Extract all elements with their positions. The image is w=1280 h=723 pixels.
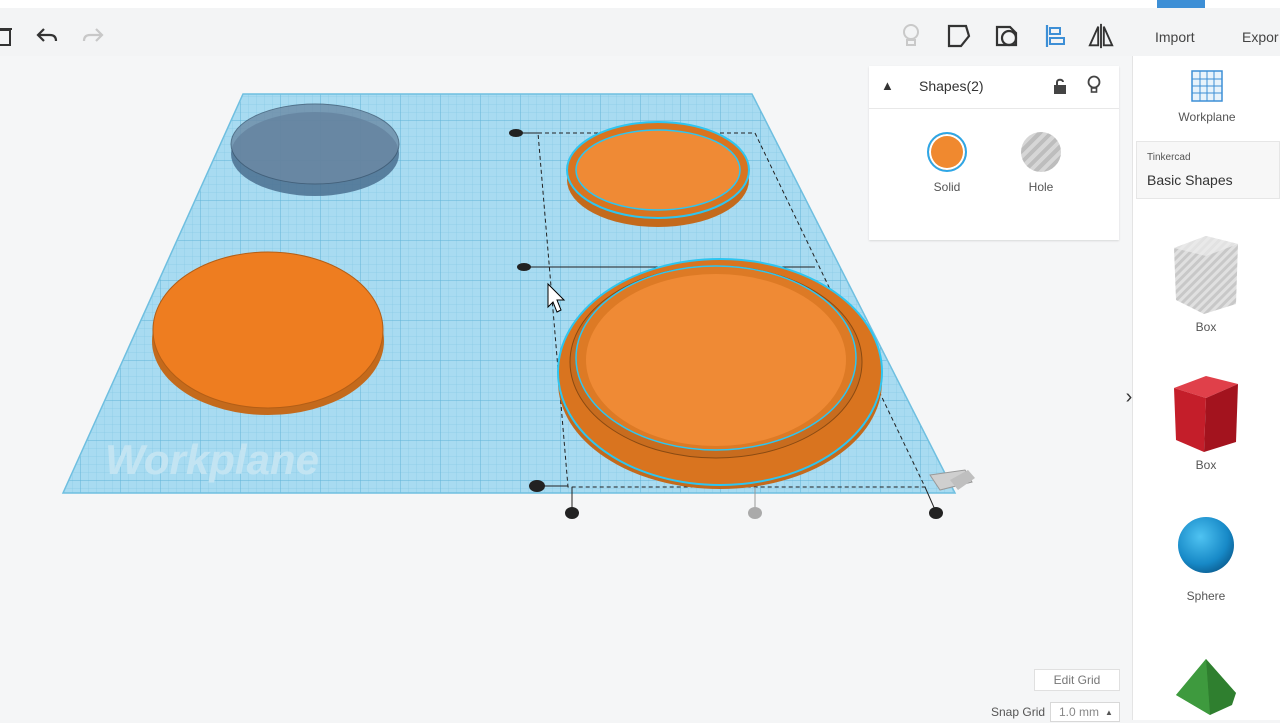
library-name: Basic Shapes — [1147, 172, 1233, 188]
align-icon[interactable] — [1041, 22, 1069, 50]
note-icon[interactable] — [945, 22, 973, 50]
group-icon[interactable] — [993, 22, 1021, 50]
inspector-title: Shapes(2) — [919, 78, 984, 94]
snap-grid-select[interactable]: 1.0 mm ▲ — [1050, 702, 1120, 722]
export-button[interactable]: Expor — [1232, 22, 1280, 52]
top-toolbar: Import Expor — [0, 0, 1280, 56]
edit-grid-button[interactable]: Edit Grid — [1034, 669, 1120, 691]
hole-box-icon — [1166, 232, 1246, 314]
workplane-watermark: Workplane — [105, 436, 319, 483]
library-selector[interactable]: Tinkercad Basic Shapes — [1136, 141, 1280, 199]
inspector-header: ▲ Shapes(2) — [869, 66, 1119, 109]
orange-ring-large[interactable] — [557, 258, 883, 489]
hole-cylinder[interactable] — [230, 103, 400, 196]
shape-label: Sphere — [1186, 589, 1226, 603]
collapse-arrow-icon[interactable]: ▲ — [881, 78, 894, 93]
shape-sphere[interactable]: Sphere — [1132, 515, 1280, 603]
red-box-icon — [1166, 370, 1246, 452]
trash-icon[interactable] — [0, 22, 18, 50]
orange-cylinder[interactable] — [152, 251, 384, 415]
shape-label: Box — [1195, 458, 1217, 472]
mirror-icon[interactable] — [1087, 22, 1115, 50]
redo-icon[interactable] — [79, 22, 107, 50]
active-tab-indicator — [1157, 0, 1205, 8]
solid-option[interactable]: Solid — [917, 132, 977, 194]
shape-inspector: ▲ Shapes(2) Solid Hole — [869, 66, 1119, 240]
shape-hole-box[interactable]: Box — [1132, 232, 1280, 334]
roof-icon — [1166, 655, 1246, 720]
hole-swatch — [1021, 132, 1061, 172]
solid-label: Solid — [933, 180, 961, 194]
library-brand: Tinkercad — [1147, 152, 1191, 163]
shape-red-box[interactable]: Box — [1132, 370, 1280, 472]
design-canvas[interactable]: Workplane Edit Grid Snap Grid 1.0 mm ▲ ▲… — [0, 56, 1132, 722]
workplane-tool[interactable]: Workplane — [1133, 68, 1280, 124]
hole-option[interactable]: Hole — [1011, 132, 1071, 194]
shape-label: Box — [1195, 320, 1217, 334]
solid-swatch — [927, 132, 967, 172]
light-bulb-icon[interactable] — [897, 22, 925, 50]
snap-grid-value: 1.0 mm — [1059, 705, 1100, 719]
shape-roof[interactable] — [1132, 655, 1280, 720]
hole-label: Hole — [1028, 180, 1054, 194]
import-button[interactable]: Import — [1145, 22, 1205, 52]
undo-icon[interactable] — [33, 22, 61, 50]
workplane-icon — [1189, 68, 1225, 104]
chevron-up-icon: ▲ — [1105, 707, 1113, 717]
snap-grid-label: Snap Grid — [991, 705, 1046, 719]
workplane-tool-label: Workplane — [1178, 110, 1236, 124]
sphere-icon — [1176, 515, 1236, 575]
orange-ring-small[interactable] — [566, 121, 750, 227]
